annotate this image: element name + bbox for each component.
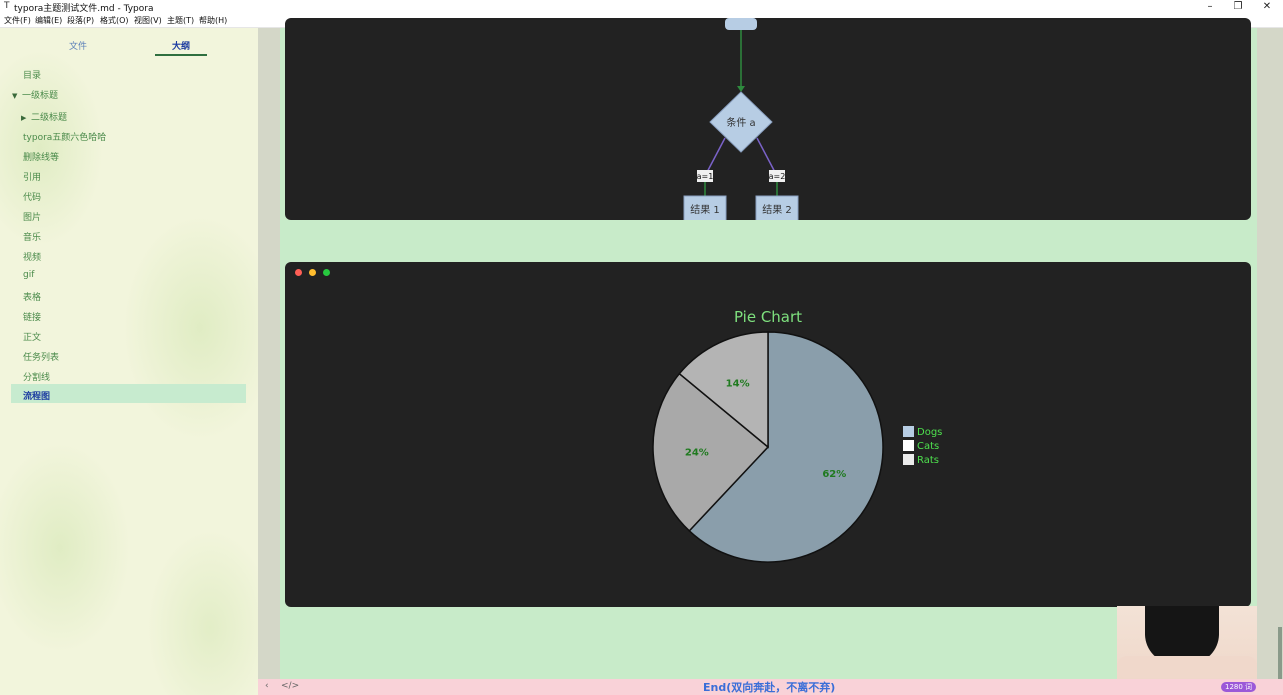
flow-branch-right-label: a=2 [769, 172, 786, 181]
sidebar: 文件 大纲 目录 ▼ 一级标题 ▶ 二级标题 typora五颜六色哈哈 删除线等 引… [0, 28, 258, 695]
legend-swatch-dogs [903, 426, 914, 437]
sidebar-gutter [258, 28, 280, 695]
editor-area[interactable]: 条件 a a=1 a=2 结果 1 结果 2 Pie Chart 62% 24% 1… [280, 18, 1257, 679]
legend-swatch-cats [903, 440, 914, 451]
menu-view[interactable]: 视图(V) [134, 15, 162, 26]
outline-item-table[interactable]: 表格 [23, 290, 41, 303]
tab-outline[interactable]: 大纲 [172, 39, 190, 52]
figure-arms [1117, 656, 1257, 678]
menu-help[interactable]: 帮助(H) [199, 15, 227, 26]
close-button[interactable]: ✕ [1253, 0, 1281, 14]
outline-item-label: 流程图 [23, 392, 51, 402]
flow-result-left-label: 结果 1 [690, 203, 720, 216]
outline-item-h2[interactable]: ▶ 二级标题 [21, 110, 67, 123]
outline-item-label: 分割线 [23, 373, 51, 383]
outline-item-label: 引用 [23, 173, 42, 183]
legend-label-cats: Cats [917, 441, 939, 452]
outline-item-label: 正文 [23, 333, 42, 343]
flow-condition-label: 条件 a [726, 116, 755, 129]
tab-files[interactable]: 文件 [69, 39, 87, 52]
flow-start-node [725, 18, 757, 30]
title-bar: T typora主题测试文件.md - Typora – ❐ ✕ [0, 0, 1283, 14]
outline-item-code[interactable]: 代码 [23, 190, 41, 203]
legend-swatch-rats [903, 454, 914, 465]
decorative-figure-image [1117, 606, 1257, 685]
outline-item-label: gif [23, 270, 35, 280]
word-count-badge[interactable]: 1280 词 [1221, 682, 1257, 692]
minimize-button[interactable]: – [1196, 0, 1224, 14]
arrow-head-icon [737, 86, 745, 92]
pie-label-rats: 14% [726, 378, 750, 389]
outline-item-image[interactable]: 图片 [23, 210, 41, 223]
outline-item-label: 二级标题 [31, 113, 68, 123]
outline-item-gif[interactable]: gif [23, 270, 34, 280]
outline-item-label: 代码 [23, 193, 42, 203]
outline-item-strikethrough[interactable]: 删除线等 [23, 150, 59, 163]
outline-item-toc[interactable]: 目录 [23, 68, 41, 81]
outline-item-video[interactable]: 视频 [23, 250, 41, 263]
sidebar-toggle-icon[interactable]: ‹ [265, 681, 269, 691]
menu-file[interactable]: 文件(F) [4, 15, 31, 26]
flowchart-svg: 条件 a a=1 a=2 结果 1 结果 2 [683, 18, 799, 220]
outline-item-label: 链接 [23, 313, 42, 323]
outline-item-h1[interactable]: ▼ 一级标题 [12, 88, 58, 101]
source-code-toggle-icon[interactable]: </> [281, 681, 299, 691]
outline-item-label: 图片 [23, 213, 42, 223]
menu-theme[interactable]: 主题(T) [167, 15, 194, 26]
outline-item-label: 一级标题 [22, 91, 59, 101]
outline-item-flowchart[interactable]: 流程图 [23, 389, 50, 402]
outline-item-label: 音乐 [23, 233, 42, 243]
outline-item-quote[interactable]: 引用 [23, 170, 41, 183]
menu-edit[interactable]: 编辑(E) [35, 15, 62, 26]
caret-down-icon[interactable]: ▼ [12, 92, 22, 100]
menu-paragraph[interactable]: 段落(P) [67, 15, 94, 26]
legend-label-rats: Rats [917, 455, 939, 466]
scrollbar-thumb[interactable] [1278, 627, 1282, 687]
flow-branch-left-label: a=1 [697, 172, 714, 181]
status-bar: ‹ </> End(双向奔赴，不离不弃) 1280 词 [258, 679, 1283, 695]
outline-item-divider[interactable]: 分割线 [23, 370, 50, 383]
menu-format[interactable]: 格式(O) [100, 15, 129, 26]
pie-label-dogs: 62% [822, 469, 846, 480]
outline-item-label: 删除线等 [23, 153, 60, 163]
chart-title: Pie Chart [734, 308, 802, 326]
pie-chart-block: Pie Chart 62% 24% 14% Dogs Cats Rats [285, 262, 1251, 607]
outline-item-music[interactable]: 音乐 [23, 230, 41, 243]
flowchart-block: 条件 a a=1 a=2 结果 1 结果 2 [285, 18, 1251, 220]
pie-chart: Pie Chart 62% 24% 14% Dogs Cats Rats [652, 308, 942, 563]
outline-item-colors[interactable]: typora五颜六色哈哈 [23, 130, 106, 143]
outline-item-link[interactable]: 链接 [23, 310, 41, 323]
flow-result-right-label: 结果 2 [762, 203, 792, 216]
outline-item-tasklist[interactable]: 任务列表 [23, 350, 59, 363]
outline-item-label: 表格 [23, 293, 42, 303]
outline-item-label: 目录 [23, 71, 42, 81]
end-text: End(双向奔赴，不离不弃) [703, 681, 836, 694]
outline-item-body[interactable]: 正文 [23, 330, 41, 343]
outline-item-label: typora五颜六色哈哈 [23, 133, 107, 143]
caret-right-icon[interactable]: ▶ [21, 114, 31, 122]
active-tab-indicator [155, 54, 207, 56]
legend-label-dogs: Dogs [917, 427, 942, 438]
outline-item-label: 视频 [23, 253, 42, 263]
restore-button[interactable]: ❐ [1224, 0, 1252, 14]
pie-label-cats: 24% [685, 447, 709, 458]
right-gutter [1257, 28, 1283, 695]
typora-app-icon: T [4, 1, 10, 11]
window-title: typora主题测试文件.md - Typora [14, 4, 154, 14]
outline-item-label: 任务列表 [23, 353, 60, 363]
